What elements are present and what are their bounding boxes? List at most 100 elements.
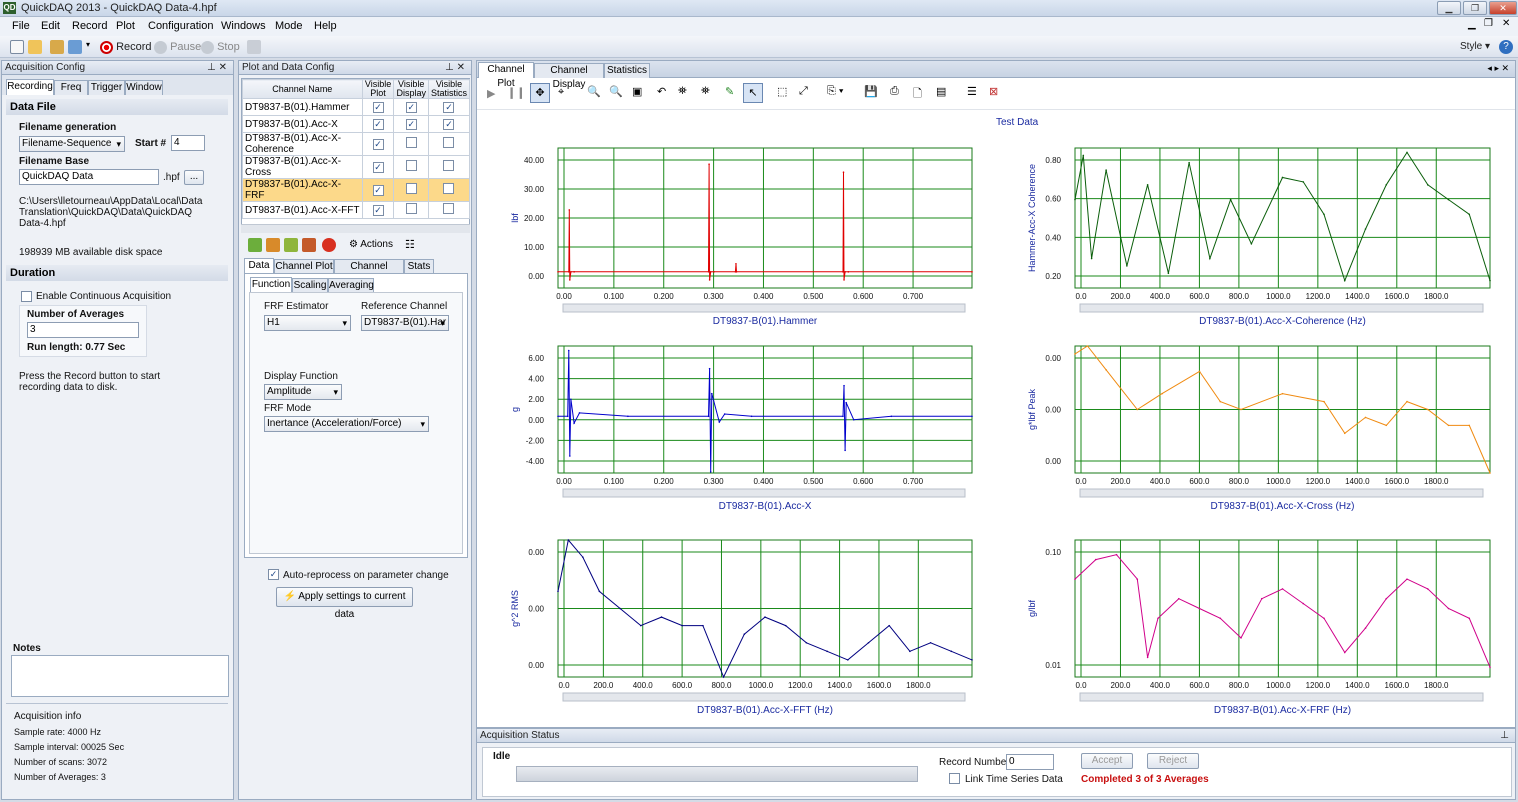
zoom-out-icon[interactable]: 🔍	[587, 85, 601, 98]
notes-textarea[interactable]	[11, 655, 229, 697]
visible-plot-checkbox[interactable]: ✓	[372, 101, 384, 113]
help-icon[interactable]: ?	[1499, 40, 1513, 54]
tab-channel-display[interactable]: Channel Display	[334, 259, 404, 286]
undo-zoom-icon[interactable]: ↶	[657, 85, 666, 98]
tab-window[interactable]: Window	[125, 80, 163, 95]
visible-display-checkbox[interactable]	[405, 183, 417, 194]
close-button[interactable]: ✕	[1489, 1, 1517, 15]
visible-stats-checkbox[interactable]	[443, 203, 455, 214]
table-row[interactable]: DT9837-B(01).Acc-X-Coherence ✓	[242, 132, 471, 156]
channel-name-cell[interactable]: DT9837-B(01).Acc-X-FFT	[242, 201, 363, 219]
delete-icon[interactable]	[322, 238, 336, 252]
browse-button[interactable]: ...	[184, 170, 204, 185]
menu-mode[interactable]: Mode	[275, 20, 303, 32]
properties-plot-icon[interactable]: ☰	[967, 85, 977, 98]
display-function-select[interactable]: Amplitude	[264, 384, 342, 400]
visible-plot-checkbox[interactable]: ✓	[372, 118, 384, 130]
list-icon[interactable]: ☷	[405, 238, 415, 251]
link-checkbox[interactable]	[949, 773, 960, 784]
frf-estimator-select[interactable]: H1	[264, 315, 351, 331]
reset-plot-icon[interactable]: ⊠	[989, 85, 998, 98]
style-dropdown[interactable]: Style ▾	[1460, 39, 1490, 55]
channel-name-cell[interactable]: DT9837-B(01).Acc-X-Coherence	[242, 132, 363, 156]
menu-record[interactable]: Record	[72, 20, 107, 32]
menu-help[interactable]: Help	[314, 20, 337, 32]
add-frf-icon[interactable]	[284, 238, 298, 252]
tab-trigger[interactable]: Trigger	[88, 80, 125, 95]
table-row[interactable]: DT9837-B(01).Hammer ✓ ✓ ✓	[242, 98, 471, 116]
pin-icon[interactable]: ⊥ ✕	[207, 61, 227, 75]
visible-plot-checkbox[interactable]: ✓	[372, 204, 384, 216]
averages-input[interactable]: 3	[27, 322, 139, 338]
mdi-close-icon[interactable]: ✕	[1502, 18, 1510, 29]
actions-button[interactable]: ⚙ Actions	[349, 239, 393, 250]
stop-button[interactable]: Stop	[201, 39, 240, 55]
visible-stats-checkbox[interactable]: ✓	[443, 118, 455, 130]
marker-icon[interactable]: ✎	[725, 85, 734, 98]
add-math-icon[interactable]	[302, 238, 316, 252]
visible-stats-checkbox[interactable]	[443, 137, 455, 148]
tab-channel-plot[interactable]: Channel Plot	[274, 259, 334, 274]
menu-windows[interactable]: Windows	[221, 20, 266, 32]
mdi-restore-icon[interactable]: ❐	[1484, 18, 1493, 29]
record-button[interactable]: Record	[100, 39, 152, 55]
visible-stats-checkbox[interactable]	[443, 183, 455, 194]
visible-display-checkbox[interactable]	[405, 203, 417, 214]
filename-base-input[interactable]: QuickDAQ Data	[19, 169, 159, 185]
channel-name-cell[interactable]: DT9837-B(01).Acc-X	[242, 115, 363, 133]
continuous-checkbox[interactable]	[21, 291, 32, 302]
select-region-icon[interactable]: ⬚	[777, 85, 787, 98]
menu-edit[interactable]: Edit	[41, 20, 60, 32]
visible-stats-checkbox[interactable]	[443, 160, 455, 171]
print-icon[interactable]: ⎙	[890, 85, 899, 98]
mdi-min-icon[interactable]: ▁	[1468, 19, 1476, 30]
pan-icon[interactable]: ✥	[530, 83, 550, 103]
properties-icon[interactable]	[247, 40, 261, 54]
table-row[interactable]: DT9837-B(01).Acc-X ✓ ✓ ✓	[242, 115, 471, 133]
table-row[interactable]: DT9837-B(01).Acc-X-Cross ✓	[242, 155, 471, 179]
page-setup-icon[interactable]: ▤	[936, 85, 946, 98]
col-visible-stats[interactable]: Visible Statistics	[427, 79, 471, 99]
visible-display-checkbox[interactable]	[405, 137, 417, 148]
cursor-1-icon[interactable]: ⛯	[678, 85, 687, 98]
minimize-button[interactable]: ▁	[1437, 1, 1461, 15]
menu-plot[interactable]: Plot	[116, 20, 135, 32]
channel-name-cell[interactable]: DT9837-B(01).Acc-X-FRF	[242, 178, 363, 202]
subtab-scaling[interactable]: Scaling	[292, 278, 328, 293]
apply-settings-button[interactable]: ⚡ Apply settings to current data	[276, 587, 413, 620]
open-folder-icon[interactable]	[28, 40, 42, 54]
tab-channel-display-doc[interactable]: Channel Display	[534, 63, 604, 90]
visible-display-checkbox[interactable]: ✓	[405, 118, 417, 130]
add-channel-icon[interactable]	[248, 238, 262, 252]
tab-statistics-doc[interactable]: Statistics	[604, 63, 650, 78]
new-file-icon[interactable]	[10, 40, 24, 54]
zoom-in-icon[interactable]: 🔍	[609, 85, 623, 98]
visible-display-checkbox[interactable]: ✓	[405, 101, 417, 113]
col-channel-name[interactable]: Channel Name	[242, 79, 363, 99]
pin-icon[interactable]: ⊥ ✕	[445, 61, 465, 75]
add-fft-icon[interactable]	[266, 238, 280, 252]
subtab-function[interactable]: Function	[250, 277, 292, 293]
menu-configuration[interactable]: Configuration	[148, 20, 213, 32]
menu-file[interactable]: File	[12, 20, 30, 32]
channel-name-cell[interactable]: DT9837-B(01).Acc-X-Cross	[242, 155, 363, 179]
tab-channel-plot-doc[interactable]: Channel Plot	[478, 62, 534, 89]
region-zoom-icon[interactable]: ⤢	[799, 85, 808, 98]
crosshair-icon[interactable]: ⌖	[558, 86, 564, 99]
table-row[interactable]: DT9837-B(01).Acc-X-FRF ✓	[242, 178, 471, 202]
pause-button[interactable]: Pause	[154, 39, 201, 55]
reject-button[interactable]: Reject	[1147, 753, 1199, 769]
table-row[interactable]: DT9837-B(01).Acc-X-FFT ✓	[242, 201, 471, 219]
accept-button[interactable]: Accept	[1081, 753, 1133, 769]
pin-icon[interactable]: ⊥	[1500, 729, 1509, 743]
visible-plot-checkbox[interactable]: ✓	[372, 184, 384, 196]
record-number-input[interactable]: 0	[1006, 754, 1054, 770]
visible-display-checkbox[interactable]	[405, 160, 417, 171]
export-icon[interactable]	[68, 40, 82, 54]
pointer-icon[interactable]: ↖	[743, 83, 763, 103]
visible-plot-checkbox[interactable]: ✓	[372, 138, 384, 150]
subtab-averaging[interactable]: Averaging	[328, 278, 374, 293]
tab-data[interactable]: Data	[244, 258, 274, 274]
col-visible-display[interactable]: Visible Display	[393, 79, 429, 99]
table-scrollbar[interactable]	[241, 224, 470, 233]
